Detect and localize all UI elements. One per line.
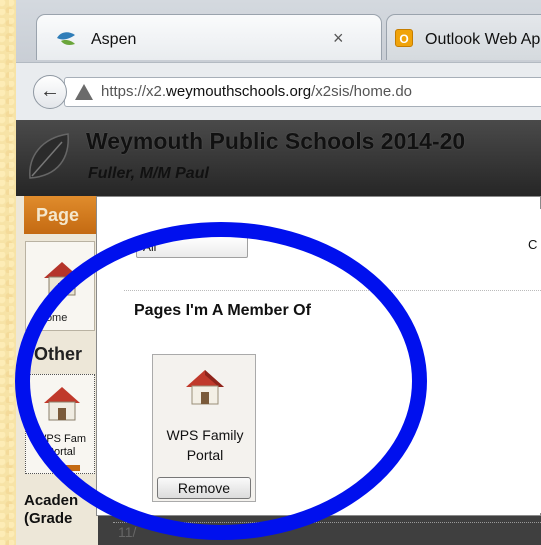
close-icon[interactable]: ×: [333, 28, 344, 49]
tab-aspen[interactable]: Aspen ×: [36, 14, 382, 60]
nav-toolbar: https://x2.weymouthschools.org/x2sis/hom…: [16, 62, 541, 121]
tab-title: Outlook Web Ap: [425, 31, 541, 48]
url-text: https://x2.weymouthschools.org/x2sis/hom…: [101, 83, 413, 100]
tab-outlook[interactable]: O Outlook Web Ap: [386, 14, 541, 60]
user-name[interactable]: Fuller, M/M Paul: [88, 165, 209, 183]
column-label: C: [528, 237, 538, 252]
aspen-leaf-icon: [57, 32, 75, 45]
app-header: Weymouth Public Schools 2014-20 Fuller, …: [16, 120, 541, 196]
warning-icon: [75, 84, 93, 100]
academic-label: Acaden (Grade: [24, 492, 79, 527]
footer-fragment: 11/: [118, 524, 137, 540]
pages-tab[interactable]: Page: [24, 196, 104, 234]
leaf-logo-icon: [29, 133, 69, 179]
back-arrow-icon[interactable]: ←: [33, 75, 67, 109]
highlight-ellipse: [15, 222, 427, 540]
browser-chrome: Aspen × O Outlook Web Ap https://x2.weym…: [16, 0, 541, 121]
outlook-icon: O: [395, 29, 413, 47]
school-title: Weymouth Public Schools 2014-20: [86, 128, 466, 154]
address-bar[interactable]: https://x2.weymouthschools.org/x2sis/hom…: [64, 77, 541, 107]
tab-title: Aspen: [91, 31, 137, 48]
tab-strip: Aspen × O Outlook Web Ap: [16, 0, 541, 62]
